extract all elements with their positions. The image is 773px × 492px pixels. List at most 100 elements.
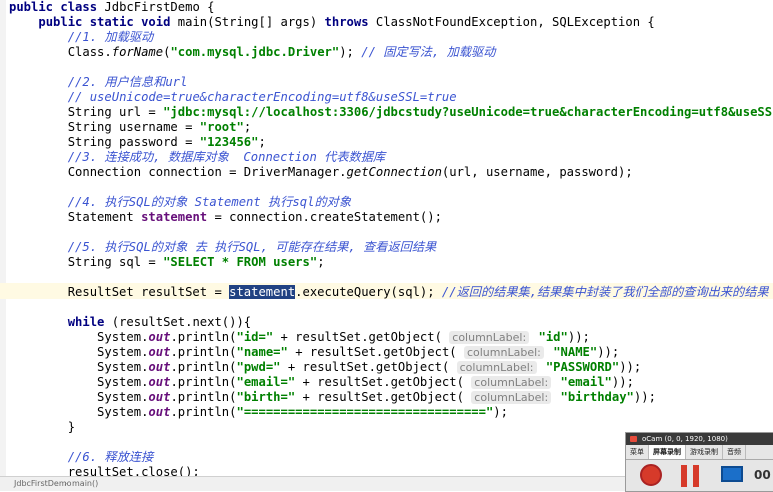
code-editor[interactable]: public class JdbcFirstDemo { public stat…: [0, 0, 773, 476]
ocam-tab[interactable]: 屏幕录制: [649, 445, 686, 459]
parameter-hint: columnLabel:: [449, 331, 530, 344]
code-token: + resultSet.getObject(: [273, 330, 450, 344]
ocam-counter: 00: [754, 468, 771, 482]
code-token: out: [148, 345, 171, 359]
code-token: ClassNotFoundException, SQLException {: [375, 15, 655, 29]
ocam-tab[interactable]: 菜单: [626, 445, 649, 459]
code-line[interactable]: while (resultSet.next()){: [9, 315, 251, 330]
code-token: "pwd=": [236, 360, 281, 374]
code-token: "=================================": [236, 405, 494, 419]
code-token: .println(: [170, 390, 237, 404]
code-line[interactable]: System.out.println("email=" + resultSet.…: [9, 375, 634, 390]
code-line[interactable]: String password = "123456";: [9, 135, 266, 150]
ocam-titlebar[interactable]: oCam (0, 0, 1920, 1080): [626, 433, 773, 445]
code-line[interactable]: resultSet.close();: [9, 465, 200, 476]
code-token: "id=": [236, 330, 274, 344]
code-token: ));: [567, 330, 590, 344]
breadcrumb-class[interactable]: JdbcFirstDemo: [14, 477, 72, 490]
code-token: System.: [9, 405, 149, 419]
code-token: "birthday": [560, 390, 634, 404]
code-token: ));: [597, 345, 620, 359]
parameter-hint: columnLabel:: [471, 376, 552, 389]
code-token: String url =: [9, 105, 164, 119]
code-line[interactable]: public static void main(String[] args) t…: [9, 15, 655, 30]
code-token: public class: [9, 0, 105, 14]
ocam-tab-bar: 菜单 屏幕录制 游戏录制 音频: [626, 445, 773, 460]
code-token: out: [148, 390, 171, 404]
code-token: .println(: [170, 405, 237, 419]
ocam-toolbar: 00: [626, 460, 773, 491]
code-token: .println(: [170, 360, 237, 374]
code-token: + resultSet.getObject(: [295, 375, 472, 389]
code-line[interactable]: System.out.println("====================…: [9, 405, 508, 420]
code-line[interactable]: }: [9, 420, 75, 435]
code-line[interactable]: //6. 释放连接: [9, 450, 153, 465]
code-token: String username =: [9, 120, 200, 134]
pause-icon[interactable]: [681, 465, 701, 487]
code-line[interactable]: System.out.println("birth=" + resultSet.…: [9, 390, 656, 405]
record-icon[interactable]: [640, 464, 662, 486]
code-token: ));: [611, 375, 634, 389]
code-token: .executeQuery(sql);: [295, 285, 442, 299]
code-token: out: [148, 360, 171, 374]
code-token: + resultSet.getObject(: [287, 345, 464, 359]
code-token: = connection.createStatement();: [207, 210, 442, 224]
code-token: //返回的结果集,结果集中封装了我们全部的查询出来的结果: [441, 285, 769, 299]
code-line[interactable]: String sql = "SELECT * FROM users";: [9, 255, 325, 270]
ocam-recorder-window[interactable]: oCam (0, 0, 1920, 1080) 菜单 屏幕录制 游戏录制 音频 00: [625, 432, 773, 492]
code-token: Class.: [9, 45, 112, 59]
code-line[interactable]: //5. 执行SQL的对象 去 执行SQL, 可能存在结果, 查看返回结果: [9, 240, 437, 255]
breadcrumb-method[interactable]: main(): [72, 477, 98, 490]
code-token: ));: [633, 390, 656, 404]
code-token: .println(: [170, 345, 237, 359]
code-token: (url, username, password);: [441, 165, 633, 179]
code-line[interactable]: Statement statement = connection.createS…: [9, 210, 442, 225]
code-token: String sql =: [9, 255, 164, 269]
code-line[interactable]: System.out.println("pwd=" + resultSet.ge…: [9, 360, 641, 375]
code-line[interactable]: String url = "jdbc:mysql://localhost:330…: [9, 105, 773, 120]
code-line[interactable]: //3. 连接成功, 数据库对象 Connection 代表数据库: [9, 150, 385, 165]
code-line[interactable]: //2. 用户信息和url: [9, 75, 188, 90]
ocam-title: oCam (0, 0, 1920, 1080): [642, 435, 728, 443]
ocam-tab[interactable]: 音频: [723, 445, 746, 459]
code-token: .println(: [170, 330, 237, 344]
code-token: // useUnicode=true&characterEncoding=utf…: [67, 90, 457, 104]
code-line[interactable]: String username = "root";: [9, 120, 251, 135]
code-line[interactable]: ResultSet resultSet = statement.executeQ…: [9, 285, 769, 300]
code-token: while: [67, 315, 112, 329]
code-token: statement: [229, 285, 296, 299]
code-line[interactable]: //1. 加载驱动: [9, 30, 153, 45]
code-line[interactable]: // useUnicode=true&characterEncoding=utf…: [9, 90, 457, 105]
code-token: public static void: [38, 15, 178, 29]
code-token: Connection connection = DriverManager.: [9, 165, 347, 179]
code-line[interactable]: System.out.println("id=" + resultSet.get…: [9, 330, 590, 345]
code-token: //2. 用户信息和url: [67, 75, 188, 89]
code-token: //1. 加载驱动: [67, 30, 154, 44]
breadcrumb-separator: ›: [64, 479, 68, 488]
code-line[interactable]: Class.forName("com.mysql.jdbc.Driver"); …: [9, 45, 496, 60]
code-line[interactable]: public class JdbcFirstDemo {: [9, 0, 214, 15]
code-line[interactable]: Connection connection = DriverManager.ge…: [9, 165, 633, 180]
code-token: "NAME": [553, 345, 598, 359]
ocam-app-icon: [630, 436, 637, 442]
code-token: .println(: [170, 375, 237, 389]
code-token: "email": [560, 375, 612, 389]
parameter-hint: columnLabel:: [463, 346, 544, 359]
code-token: ;: [258, 135, 266, 149]
code-token: "id": [538, 330, 568, 344]
screen-capture-icon[interactable]: [721, 466, 743, 482]
code-token: }: [9, 420, 76, 434]
code-line[interactable]: System.out.println("name=" + resultSet.g…: [9, 345, 619, 360]
ocam-tab[interactable]: 游戏录制: [686, 445, 723, 459]
code-line[interactable]: //4. 执行SQL的对象 Statement 执行sql的对象: [9, 195, 351, 210]
code-token: ;: [317, 255, 325, 269]
